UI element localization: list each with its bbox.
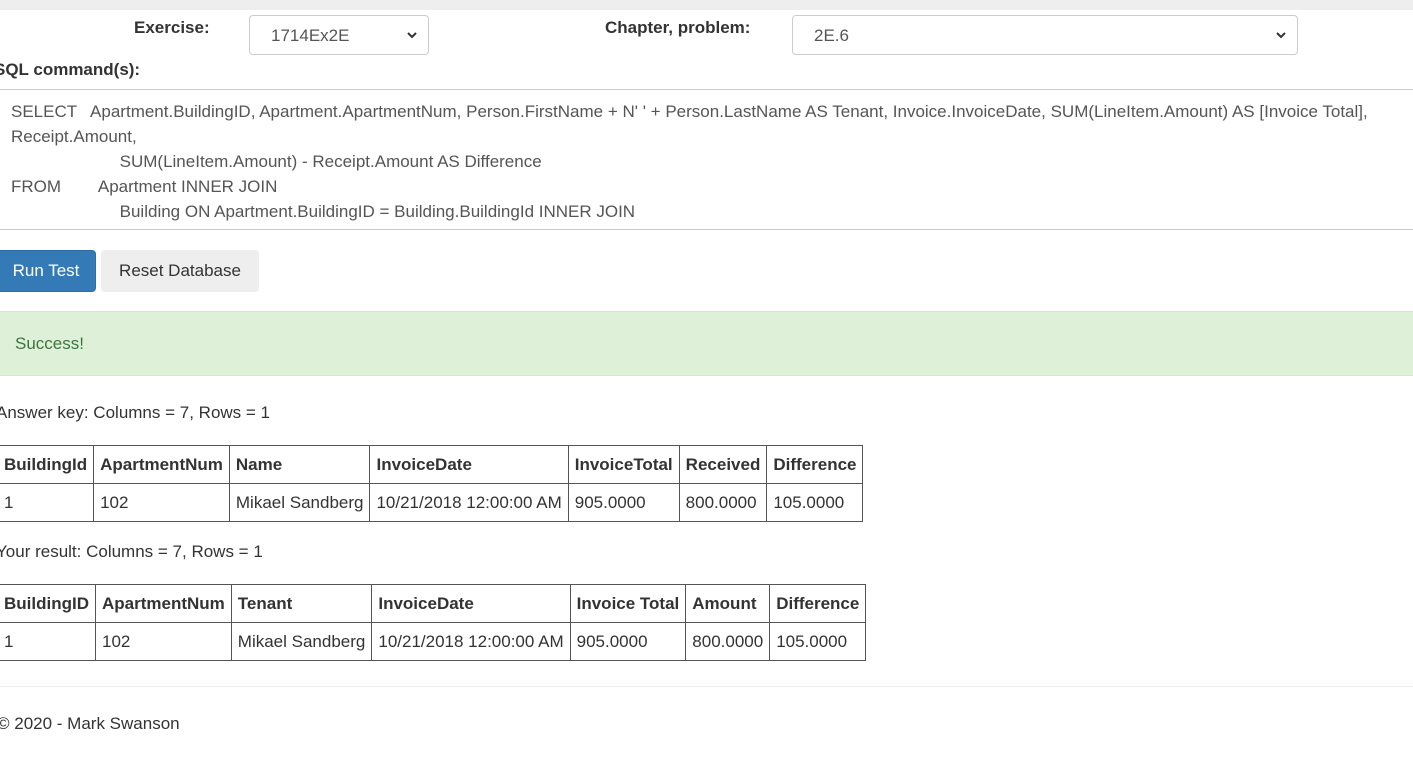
sql-commands-label: SQL command(s): (0, 60, 141, 79)
table-header-cell: Difference (769, 584, 867, 623)
exercise-label: Exercise: (134, 18, 210, 37)
table-header-row: BuildingId ApartmentNum Name InvoiceDate… (0, 445, 864, 484)
table-cell: 10/21/2018 12:00:00 AM (371, 622, 571, 661)
table-header-cell: InvoiceDate (369, 445, 569, 484)
footer-divider (0, 686, 1413, 687)
table-header-cell: BuildingId (0, 445, 95, 484)
reset-database-button[interactable]: Reset Database (101, 250, 259, 292)
exercise-select-value: 1714Ex2E (271, 26, 350, 45)
table-header-cell: Invoice Total (569, 584, 687, 623)
table-row: 1 102 Mikael Sandberg 10/21/2018 12:00:0… (0, 483, 864, 522)
table-header-row: BuildingID ApartmentNum Tenant InvoiceDa… (0, 584, 867, 623)
table-cell: 1 (0, 622, 96, 661)
table-cell: 1 (0, 483, 95, 522)
chevron-down-icon (1276, 32, 1286, 39)
table-cell: 105.0000 (766, 483, 864, 522)
table-cell: 800.0000 (685, 622, 771, 661)
table-header-cell: Received (678, 445, 768, 484)
chapter-problem-select-value: 2E.6 (814, 26, 849, 45)
table-cell: 102 (94, 622, 232, 661)
answer-key-table: BuildingId ApartmentNum Name InvoiceDate… (0, 445, 864, 522)
table-header-cell: ApartmentNum (94, 584, 232, 623)
success-alert: Success! (0, 311, 1413, 376)
your-result-caption: Your result: Columns = 7, Rows = 1 (0, 542, 263, 561)
run-test-button[interactable]: Run Test (0, 250, 96, 292)
sql-command-textarea[interactable]: SELECT Apartment.BuildingID, Apartment.A… (0, 89, 1413, 230)
table-cell: 800.0000 (678, 483, 768, 522)
table-row: 1 102 Mikael Sandberg 10/21/2018 12:00:0… (0, 622, 867, 661)
chevron-down-icon (407, 32, 417, 39)
chapter-problem-select[interactable]: 2E.6 (792, 15, 1298, 55)
table-cell: Mikael Sandberg (230, 622, 373, 661)
table-header-cell: InvoiceDate (371, 584, 571, 623)
your-result-table: BuildingID ApartmentNum Tenant InvoiceDa… (0, 584, 867, 661)
table-cell: 102 (93, 483, 230, 522)
table-cell: Mikael Sandberg (228, 483, 371, 522)
top-strip (0, 0, 1413, 10)
table-cell: 905.0000 (567, 483, 680, 522)
success-alert-message: Success! (15, 334, 84, 353)
table-cell: 905.0000 (569, 622, 687, 661)
table-header-cell: Tenant (230, 584, 373, 623)
table-cell: 105.0000 (769, 622, 867, 661)
table-header-cell: Amount (685, 584, 771, 623)
footer-copyright: © 2020 - Mark Swanson (0, 714, 180, 733)
chapter-problem-label: Chapter, problem: (605, 18, 751, 37)
table-header-cell: InvoiceTotal (567, 445, 680, 484)
table-cell: 10/21/2018 12:00:00 AM (369, 483, 569, 522)
table-header-cell: Difference (766, 445, 864, 484)
exercise-select[interactable]: 1714Ex2E (249, 15, 429, 55)
answer-key-caption: Answer key: Columns = 7, Rows = 1 (0, 403, 271, 422)
table-header-cell: BuildingID (0, 584, 96, 623)
sql-command-text: SELECT Apartment.BuildingID, Apartment.A… (11, 102, 1368, 229)
table-header-cell: Name (228, 445, 371, 484)
table-header-cell: ApartmentNum (93, 445, 230, 484)
